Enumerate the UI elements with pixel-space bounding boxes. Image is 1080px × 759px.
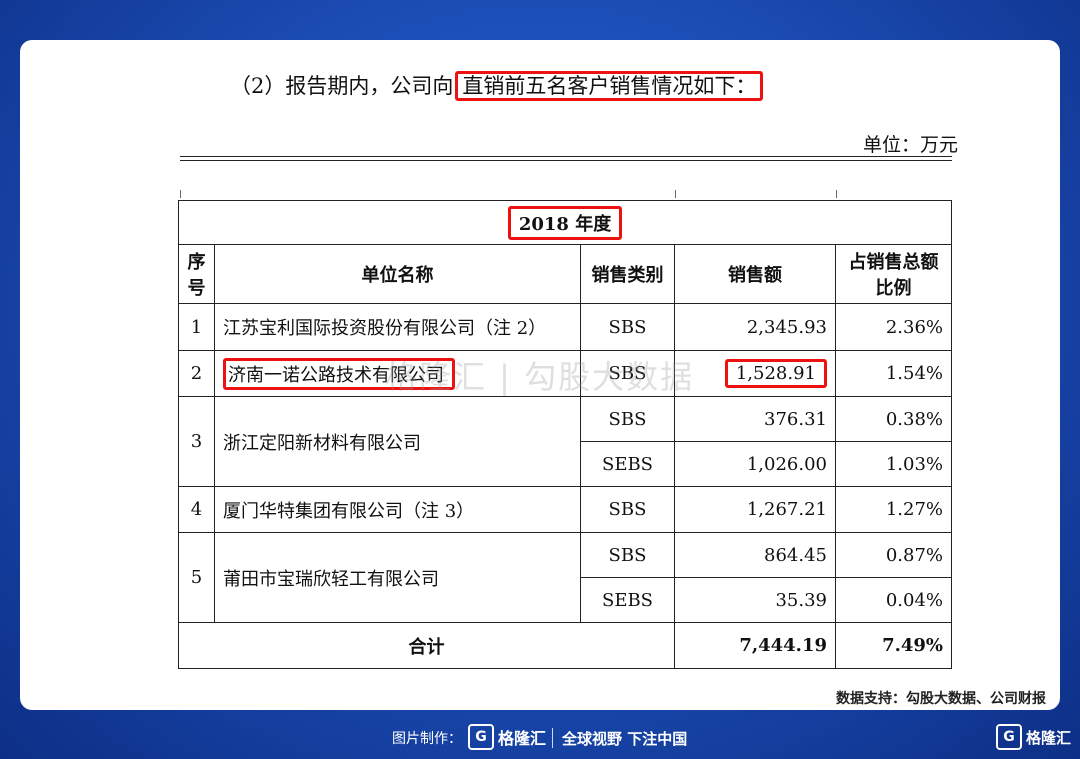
row-name: 厦门华特集团有限公司（注 3） (214, 486, 581, 533)
top-rule-double (180, 160, 952, 161)
row-category: SBS (580, 303, 675, 351)
g-logo-icon: G (996, 724, 1022, 750)
row-ratio: 1.27% (834, 486, 953, 533)
total-ratio: 7.49% (834, 622, 953, 669)
table-row: 1 江苏宝利国际投资股份有限公司（注 2） SBS 2,345.93 2.36% (178, 303, 953, 351)
row-no: 3 (178, 396, 215, 487)
intro-text: （2）报告期内，公司向 直销前五名客户销售情况如下： (230, 70, 764, 101)
unit-label: 单位：万元 (862, 134, 958, 156)
row-category: SEBS (580, 577, 675, 623)
table-row: 3 浙江定阳新材料有限公司 SBS 376.31 0.38% (178, 396, 953, 487)
footer: 图片制作： G 格隆汇 全球视野 下注中国 G 格隆汇 (0, 720, 1080, 756)
row-ratio: 1.54% (834, 350, 953, 397)
row-name: 莆田市宝瑞欣轻工有限公司 (214, 532, 581, 623)
top-rule (180, 156, 952, 157)
row-name-highlight: 济南一诺公路技术有限公司 (223, 357, 455, 390)
header-amount: 销售额 (674, 244, 836, 304)
year-label: 2018 年度 (507, 205, 623, 240)
year-cell: 2018 年度 (177, 200, 953, 245)
data-source: 数据支持：勾股大数据、公司财报 (836, 691, 1046, 707)
row-ratio: 0.04% (834, 577, 953, 623)
column-tick (675, 190, 676, 198)
table-row: 4 厦门华特集团有限公司（注 3） SBS 1,267.21 1.27% (178, 486, 953, 533)
row-name: 江苏宝利国际投资股份有限公司（注 2） (214, 303, 581, 351)
total-row: 合计 7,444.19 7.49% (178, 622, 953, 669)
row-ratio: 2.36% (834, 303, 953, 351)
row-amount: 2,345.93 (674, 303, 836, 351)
intro-highlight: 直销前五名客户销售情况如下： (455, 71, 764, 101)
corner-logo: G 格隆汇 (996, 724, 1071, 750)
footer-logo-text: 格隆汇 (498, 729, 547, 748)
total-amount: 7,444.19 (674, 622, 836, 669)
year-row: 2018 年度 (177, 200, 953, 245)
header-ratio-line2: 比例 (875, 278, 912, 299)
header-no-line1: 序 (187, 252, 206, 273)
footer-separator (552, 728, 553, 748)
g-logo-icon: G (468, 724, 494, 750)
row-amount: 35.39 (674, 577, 836, 623)
row-amount: 1,267.21 (674, 486, 836, 533)
row-ratio: 0.38% (834, 396, 953, 442)
footer-slogan: 全球视野 下注中国 (562, 730, 688, 748)
row-amount: 1,026.00 (674, 441, 836, 487)
row-name: 浙江定阳新材料有限公司 (214, 396, 581, 487)
footer-logo: G 格隆汇 (468, 724, 546, 750)
corner-logo-text: 格隆汇 (1026, 728, 1072, 747)
row-amount-highlight: 1,528.91 (724, 359, 827, 388)
row-amount: 376.31 (674, 396, 836, 442)
row-category: SBS (580, 486, 675, 533)
row-amount: 864.45 (674, 532, 836, 578)
row-amount-cell: 1,528.91 (674, 350, 836, 397)
intro-prefix: （2）报告期内，公司向 (230, 74, 454, 98)
total-label: 合计 (178, 622, 675, 669)
header-name: 单位名称 (214, 244, 581, 304)
column-tick (836, 190, 837, 198)
header-no: 序号 (178, 244, 215, 304)
row-category: SEBS (580, 441, 675, 487)
table-row: 5 莆田市宝瑞欣轻工有限公司 SBS 864.45 0.87% (178, 532, 953, 623)
row-name-cell: 济南一诺公路技术有限公司 (214, 350, 581, 397)
header-category: 销售类别 (580, 244, 675, 304)
table-row: 2 济南一诺公路技术有限公司 SBS 1,528.91 1.54% (178, 350, 953, 397)
row-category: SBS (580, 396, 675, 442)
row-no: 5 (178, 532, 215, 623)
header-no-line2: 号 (187, 278, 206, 299)
made-by-label: 图片制作： (392, 731, 462, 747)
column-tick (180, 190, 181, 198)
header-ratio-line1: 占销售总额 (848, 252, 939, 273)
document-card: （2）报告期内，公司向 直销前五名客户销售情况如下： 单位：万元 2018 年度 … (20, 40, 1060, 710)
row-ratio: 0.87% (834, 532, 953, 578)
sales-table: 2018 年度 序号 单位名称 销售类别 销售额 占销售总额比例 1 江苏宝利国… (177, 200, 953, 669)
row-category: SBS (580, 350, 675, 397)
row-no: 1 (178, 303, 215, 351)
header-row: 序号 单位名称 销售类别 销售额 占销售总额比例 (178, 244, 953, 304)
row-no: 2 (178, 350, 215, 397)
header-ratio: 占销售总额 比例 (834, 244, 953, 304)
row-ratio: 1.03% (834, 441, 953, 487)
row-no: 4 (178, 486, 215, 533)
row-category: SBS (580, 532, 675, 578)
